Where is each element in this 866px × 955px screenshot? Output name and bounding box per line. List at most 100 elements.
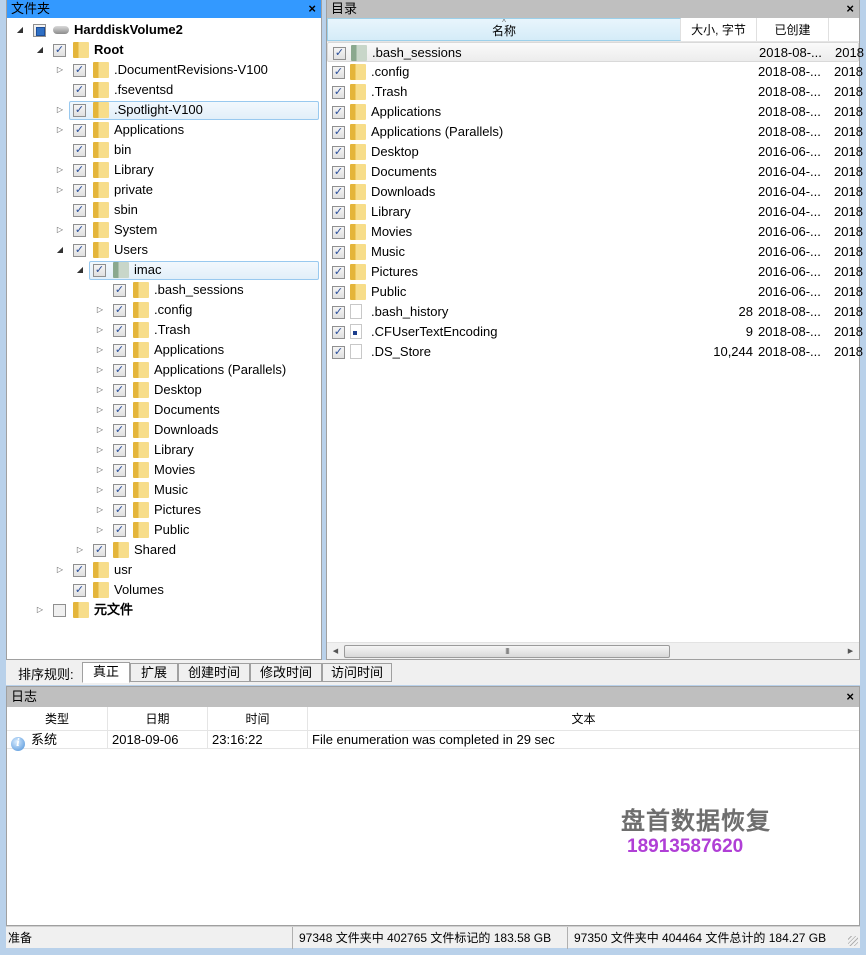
expand-arrow-icon[interactable]: ▷ bbox=[75, 540, 85, 560]
tree-checkbox[interactable]: ✓ bbox=[113, 364, 126, 377]
directory-row[interactable]: ✓ .DS_Store 10,244 2018-08-... 2018 bbox=[327, 342, 863, 362]
tree-checkbox[interactable]: ✓ bbox=[113, 404, 126, 417]
row-checkbox[interactable]: ✓ bbox=[332, 346, 345, 359]
tree-item[interactable]: ▷ ✓ Downloads bbox=[7, 420, 321, 440]
tree-item[interactable]: ▷ ✓ Library bbox=[7, 160, 321, 180]
tree-checkbox[interactable]: ✓ bbox=[73, 104, 86, 117]
tree-item[interactable]: ▷ ✓ Library bbox=[7, 440, 321, 460]
expand-arrow-icon[interactable]: ▷ bbox=[55, 180, 65, 200]
tree-checkbox[interactable]: ✓ bbox=[73, 124, 86, 137]
tree-item[interactable]: ▷ ✓ Pictures bbox=[7, 500, 321, 520]
log-column-text[interactable]: 文本 bbox=[308, 707, 859, 730]
row-checkbox[interactable]: ✓ bbox=[332, 66, 345, 79]
expand-arrow-icon[interactable]: ▷ bbox=[95, 380, 105, 400]
scroll-right-icon[interactable]: ▶ bbox=[842, 643, 859, 660]
collapse-arrow-icon[interactable]: ◢ bbox=[75, 260, 85, 280]
expand-arrow-icon[interactable]: ▷ bbox=[95, 480, 105, 500]
row-checkbox[interactable]: ✓ bbox=[332, 326, 345, 339]
tree-checkbox[interactable]: ✓ bbox=[113, 424, 126, 437]
tree-item[interactable]: ✓ bin bbox=[7, 140, 321, 160]
expand-arrow-icon[interactable]: ▷ bbox=[95, 320, 105, 340]
expand-arrow-icon[interactable]: ▷ bbox=[55, 120, 65, 140]
tree-item[interactable]: ▷ ✓ Applications (Parallels) bbox=[7, 360, 321, 380]
row-checkbox[interactable]: ✓ bbox=[332, 206, 345, 219]
sort-tab[interactable]: 真正 bbox=[82, 662, 130, 683]
tree-checkbox[interactable]: ✓ bbox=[113, 344, 126, 357]
tree-checkbox[interactable]: ✓ bbox=[113, 504, 126, 517]
expand-arrow-icon[interactable]: ▷ bbox=[55, 160, 65, 180]
column-size[interactable]: 大小, 字节 bbox=[681, 18, 757, 41]
directory-row[interactable]: ✓ .CFUserTextEncoding 9 2018-08-... 2018 bbox=[327, 322, 863, 342]
tree-item[interactable]: ▷ ✓ Movies bbox=[7, 460, 321, 480]
directory-row[interactable]: ✓ Applications (Parallels) 2018-08-... 2018 bbox=[327, 122, 863, 142]
row-checkbox[interactable]: ✓ bbox=[332, 226, 345, 239]
directory-row[interactable]: ✓ .config 2018-08-... 2018 bbox=[327, 62, 863, 82]
tree-item[interactable]: ▷ ✓ private bbox=[7, 180, 321, 200]
directory-row[interactable]: ✓ Documents 2016-04-... 2018 bbox=[327, 162, 863, 182]
row-checkbox[interactable]: ✓ bbox=[332, 286, 345, 299]
column-modified[interactable] bbox=[829, 18, 859, 41]
tree-item[interactable]: ◢ ✓ Root bbox=[7, 40, 321, 60]
directory-row[interactable]: ✓ Applications 2018-08-... 2018 bbox=[327, 102, 863, 122]
tree-item[interactable]: ▷ ✓ usr bbox=[7, 560, 321, 580]
expand-arrow-icon[interactable]: ▷ bbox=[35, 600, 45, 620]
row-checkbox[interactable]: ✓ bbox=[332, 126, 345, 139]
tree-checkbox[interactable]: ✓ bbox=[73, 204, 86, 217]
expand-arrow-icon[interactable]: ▷ bbox=[95, 520, 105, 540]
log-column-date[interactable]: 日期 bbox=[108, 707, 208, 730]
directory-row[interactable]: ✓ Library 2016-04-... 2018 bbox=[327, 202, 863, 222]
tree-item[interactable]: ▷ ✓ Public bbox=[7, 520, 321, 540]
tree-item[interactable]: ▷ ✓ System bbox=[7, 220, 321, 240]
expand-arrow-icon[interactable]: ▷ bbox=[95, 400, 105, 420]
tree-item[interactable]: ▷ ✓ Desktop bbox=[7, 380, 321, 400]
resize-grip[interactable] bbox=[848, 936, 858, 946]
directory-row[interactable]: ✓ Pictures 2016-06-... 2018 bbox=[327, 262, 863, 282]
expand-arrow-icon[interactable]: ▷ bbox=[95, 500, 105, 520]
tree-checkbox[interactable]: ✓ bbox=[73, 244, 86, 257]
collapse-arrow-icon[interactable]: ◢ bbox=[35, 40, 45, 60]
directory-row[interactable]: ✓ .Trash 2018-08-... 2018 bbox=[327, 82, 863, 102]
sort-tab[interactable]: 修改时间 bbox=[250, 663, 322, 682]
sort-tab[interactable]: 扩展 bbox=[130, 663, 178, 682]
expand-arrow-icon[interactable]: ▷ bbox=[55, 560, 65, 580]
log-row[interactable]: i 系统 2018-09-06 23:16:22 File enumeration… bbox=[7, 731, 859, 751]
tree-checkbox[interactable]: ✓ bbox=[113, 384, 126, 397]
directory-row[interactable]: ✓ .bash_history 28 2018-08-... 2018 bbox=[327, 302, 863, 322]
directory-row[interactable]: ✓ Desktop 2016-06-... 2018 bbox=[327, 142, 863, 162]
tree-item[interactable]: ✓ Volumes bbox=[7, 580, 321, 600]
expand-arrow-icon[interactable]: ▷ bbox=[95, 300, 105, 320]
tree-item[interactable]: ▷ 元文件 bbox=[7, 600, 321, 620]
tree-checkbox[interactable]: ✓ bbox=[113, 464, 126, 477]
expand-arrow-icon[interactable]: ▷ bbox=[95, 420, 105, 440]
tree-item[interactable]: ▷ ✓ Applications bbox=[7, 120, 321, 140]
tree-checkbox[interactable]: ✓ bbox=[73, 64, 86, 77]
column-name[interactable]: ^ 名称 bbox=[327, 18, 681, 41]
directory-row[interactable]: ✓ .bash_sessions 2018-08-... 2018 bbox=[327, 42, 864, 62]
tree-item[interactable]: ▷ ✓ .Trash bbox=[7, 320, 321, 340]
tree-checkbox[interactable]: ✓ bbox=[113, 284, 126, 297]
tree-item[interactable]: ◢ ✓ imac bbox=[7, 260, 321, 280]
directory-row[interactable]: ✓ Downloads 2016-04-... 2018 bbox=[327, 182, 863, 202]
row-checkbox[interactable]: ✓ bbox=[332, 266, 345, 279]
sort-tab[interactable]: 创建时间 bbox=[178, 663, 250, 682]
collapse-arrow-icon[interactable]: ◢ bbox=[55, 240, 65, 260]
expand-arrow-icon[interactable]: ▷ bbox=[55, 220, 65, 240]
expand-arrow-icon[interactable]: ▷ bbox=[55, 100, 65, 120]
directory-pane-close-button[interactable]: × bbox=[846, 0, 854, 18]
collapse-arrow-icon[interactable]: ◢ bbox=[15, 20, 25, 40]
tree-checkbox[interactable]: ✓ bbox=[113, 444, 126, 457]
tree-item[interactable]: ▷ ✓ Music bbox=[7, 480, 321, 500]
row-checkbox[interactable]: ✓ bbox=[332, 246, 345, 259]
tree-checkbox[interactable]: ✓ bbox=[73, 184, 86, 197]
tree-item[interactable]: ◢ ✓ Users bbox=[7, 240, 321, 260]
tree-item[interactable]: ◢ HarddiskVolume2 bbox=[7, 20, 321, 40]
tree-item[interactable]: ▷ ✓ Shared bbox=[7, 540, 321, 560]
expand-arrow-icon[interactable]: ▷ bbox=[95, 440, 105, 460]
tree-checkbox[interactable]: ✓ bbox=[73, 84, 86, 97]
sort-tab[interactable]: 访问时间 bbox=[322, 663, 392, 682]
tree-checkbox[interactable]: ✓ bbox=[93, 544, 106, 557]
tree-checkbox[interactable]: ✓ bbox=[73, 584, 86, 597]
directory-row[interactable]: ✓ Public 2016-06-... 2018 bbox=[327, 282, 863, 302]
folder-pane-close-button[interactable]: × bbox=[308, 0, 316, 18]
tree-checkbox[interactable]: ✓ bbox=[93, 264, 106, 277]
